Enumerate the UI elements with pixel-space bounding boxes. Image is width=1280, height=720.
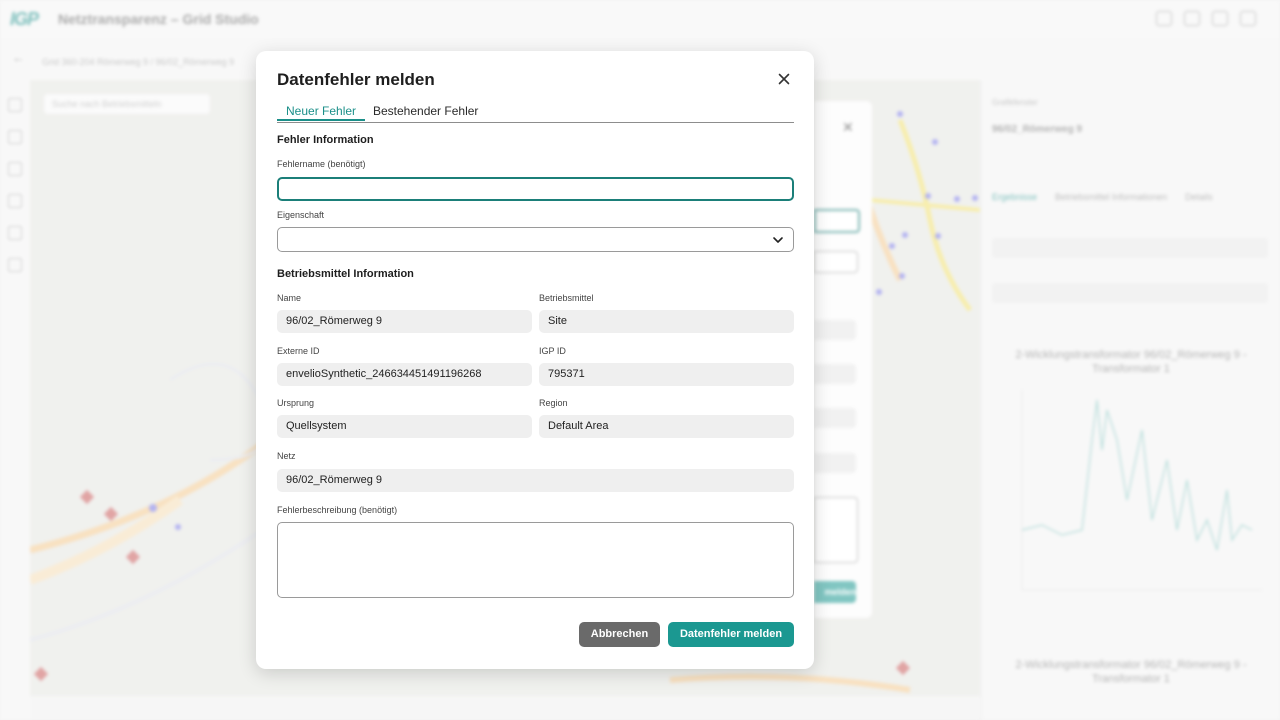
external-id-field: envelioSynthetic_246634451491196268 [277,363,532,386]
description-label: Fehlerbeschreibung (benötigt) [277,505,398,515]
error-name-label: Fehlername (benötigt) [277,159,366,169]
igp-id-field: 795371 [539,363,794,386]
tab-new-error[interactable]: Neuer Fehler [276,104,366,121]
name-field: 96/02_Römerweg 9 [277,310,532,333]
asset-field: Site [539,310,794,333]
cancel-button[interactable]: Abbrechen [579,622,660,647]
grid-label: Netz [277,451,296,461]
tab-existing-error[interactable]: Bestehender Fehler [373,104,478,118]
region-field: Default Area [539,415,794,438]
origin-label: Ursprung [277,398,315,408]
igp-id-label: IGP ID [539,346,566,356]
report-error-dialog: Datenfehler melden Neuer Fehler Bestehen… [256,51,814,669]
property-label: Eigenschaft [277,210,325,220]
grid-field: 96/02_Römerweg 9 [277,469,794,492]
external-id-label: Externe ID [277,346,320,356]
dialog-title: Datenfehler melden [277,70,435,89]
chevron-down-icon [773,237,783,243]
region-label: Region [539,398,568,408]
dialog-tabs: Neuer Fehler Bestehender Fehler [276,103,794,123]
asset-info-heading: Betriebsmittel Information [277,268,414,280]
submit-error-button[interactable]: Datenfehler melden [668,622,794,647]
asset-label: Betriebsmittel [539,293,594,303]
error-info-heading: Fehler Information [277,134,374,146]
origin-field: Quellsystem [277,415,532,438]
name-label: Name [277,293,302,303]
description-textarea[interactable] [277,522,794,598]
error-name-input[interactable] [277,177,794,201]
property-select[interactable] [277,227,794,252]
close-icon[interactable] [774,69,794,89]
